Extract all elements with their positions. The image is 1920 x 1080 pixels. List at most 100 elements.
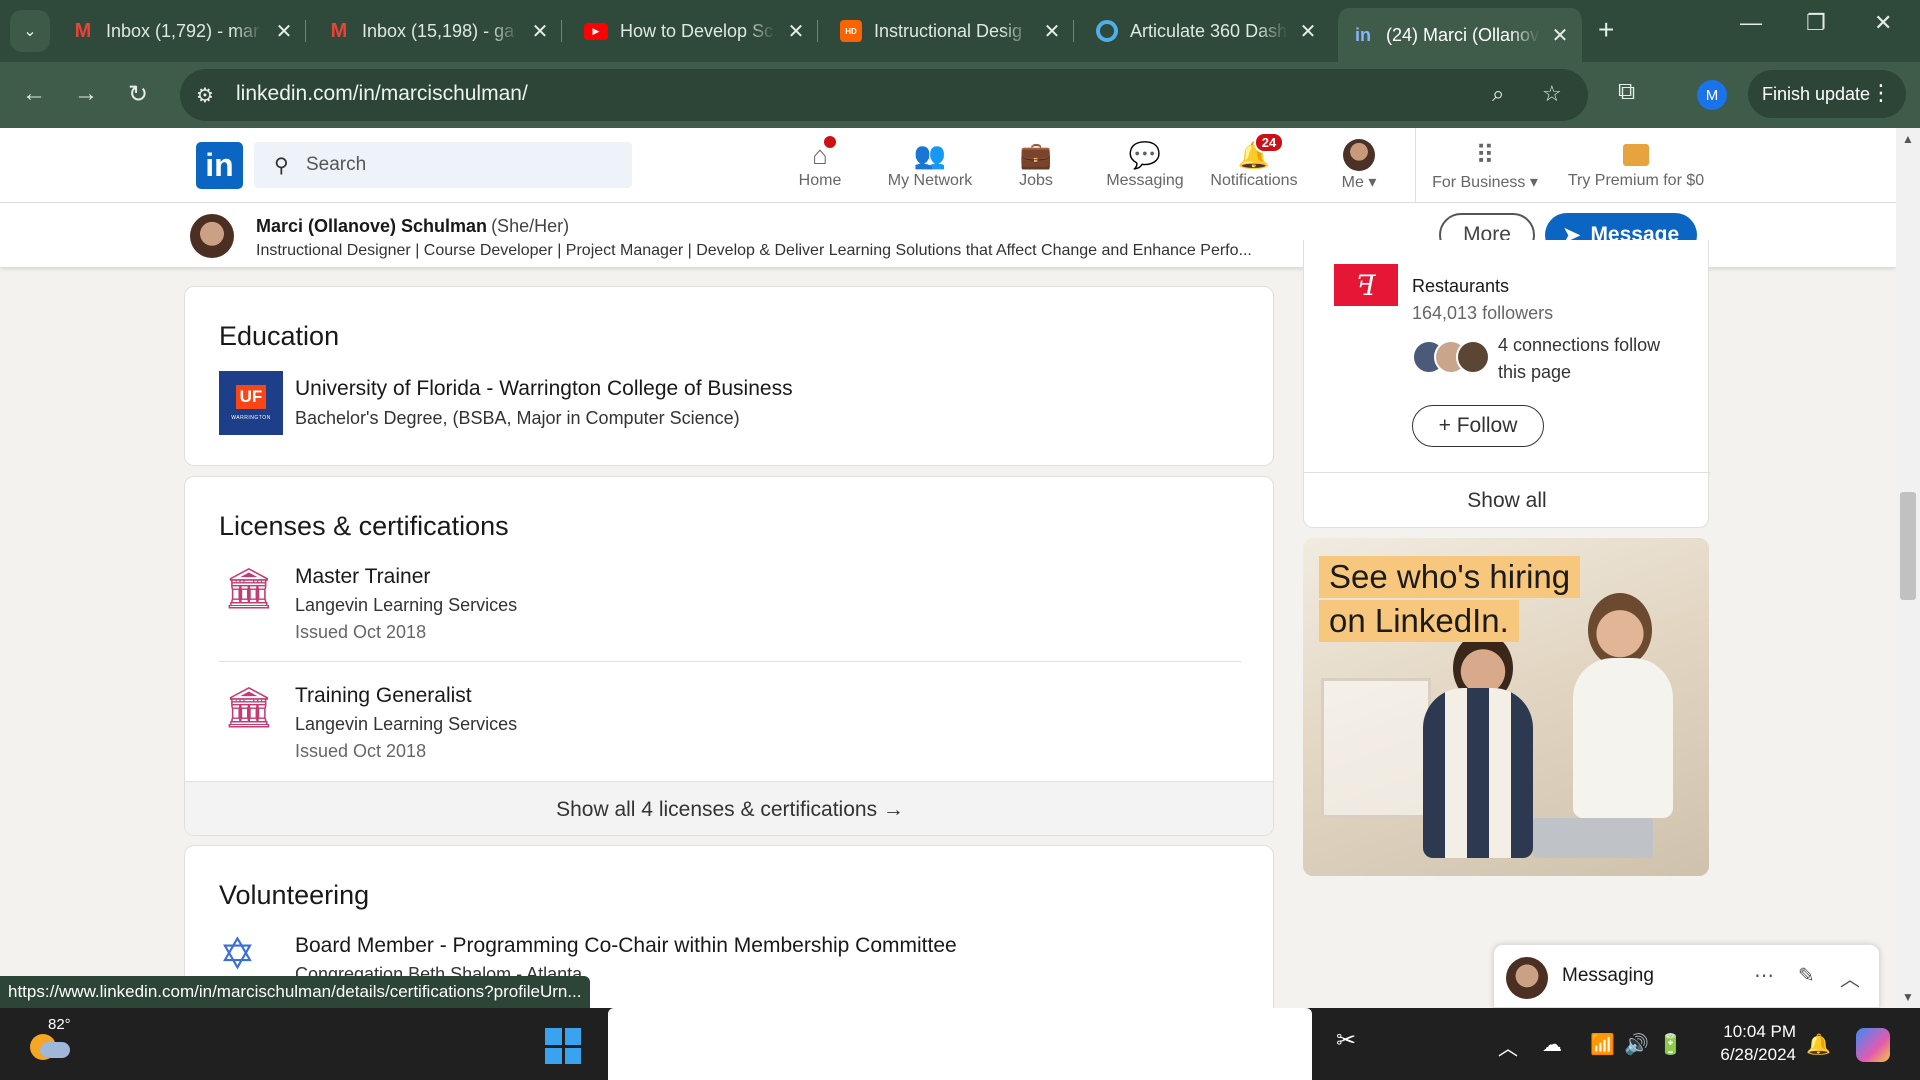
- articulate-icon: [1096, 20, 1118, 42]
- nav-for-business[interactable]: ⠿ For Business ▾: [1430, 138, 1540, 198]
- connections-follow-line1: 4 connections follow: [1498, 335, 1661, 355]
- tab-gmail-2[interactable]: M Inbox (15,198) - ga ✕: [314, 10, 562, 52]
- zoom-icon[interactable]: ⌕: [1492, 81, 1504, 107]
- nav-my-network[interactable]: 👥 My Network: [884, 138, 976, 198]
- linkedin-global-nav: in ⚲ ⌂ Home 👥 My Network 💼 Jobs 💬 Messag…: [0, 128, 1896, 203]
- institution-icon[interactable]: 🏛: [219, 686, 279, 730]
- nav-me[interactable]: Me ▾: [1334, 138, 1384, 198]
- close-icon[interactable]: ✕: [1548, 23, 1572, 48]
- home-dot-badge: [821, 134, 838, 150]
- avatar: [1343, 139, 1375, 171]
- copilot-icon[interactable]: [1856, 1028, 1890, 1062]
- compose-icon[interactable]: ✎: [1798, 963, 1815, 988]
- chevron-up-icon[interactable]: ︿: [1840, 963, 1860, 992]
- taskbar-search-box[interactable]: [608, 1008, 1312, 1080]
- cert-title[interactable]: Training Generalist: [295, 684, 472, 708]
- tab-gmail-1[interactable]: M Inbox (1,792) - mar ✕: [58, 10, 306, 52]
- notification-count-badge: 24: [1253, 132, 1285, 153]
- star-of-david-icon[interactable]: ✡: [219, 928, 279, 982]
- avatar: [1506, 957, 1548, 999]
- tab-youtube[interactable]: ▶ How to Develop Sc ✕: [570, 10, 818, 52]
- people-icon: 👥: [913, 139, 947, 170]
- finish-update-button[interactable]: Finish update ⋮: [1748, 70, 1906, 118]
- finish-update-label: Finish update: [1762, 83, 1871, 104]
- nav-divider: [1415, 128, 1416, 203]
- close-icon[interactable]: ✕: [272, 19, 296, 44]
- tab-search-button[interactable]: ⌄: [10, 10, 50, 52]
- forward-icon[interactable]: →: [74, 80, 98, 108]
- tab-home-depot[interactable]: HD Instructional Desig ✕: [826, 10, 1074, 52]
- tab-title: How to Develop Sc: [620, 20, 774, 41]
- search-box[interactable]: ⚲: [254, 142, 632, 188]
- show-all-certifications-link[interactable]: Show all 4 licenses & certifications →: [185, 781, 1273, 835]
- linkedin-logo[interactable]: in: [196, 142, 243, 189]
- company-logo[interactable]: ꟻ: [1334, 264, 1398, 306]
- ad-person-graphic: [1573, 658, 1673, 818]
- window-close-icon[interactable]: ✕: [1874, 10, 1892, 36]
- profile-headline: Instructional Designer | Course Develope…: [256, 242, 1252, 259]
- messaging-dock[interactable]: Messaging ⋯ ✎ ︿: [1493, 944, 1880, 1008]
- clock-time: 10:04 PM: [1723, 1022, 1796, 1041]
- weather-widget[interactable]: 82°: [26, 1016, 72, 1066]
- scroll-up-icon[interactable]: ▲: [1902, 132, 1914, 146]
- linkedin-icon: in: [1355, 24, 1371, 45]
- ad-window-graphic: [1321, 678, 1431, 818]
- onedrive-cloud-icon[interactable]: ☁: [1542, 1032, 1562, 1057]
- windows-start-icon[interactable]: [545, 1028, 581, 1064]
- system-clock[interactable]: 10:04 PM 6/28/2024: [1700, 1020, 1796, 1066]
- battery-icon[interactable]: 🔋: [1658, 1032, 1683, 1057]
- university-logo[interactable]: UF WARRINGTON: [219, 371, 283, 435]
- nav-home[interactable]: ⌂ Home: [796, 134, 844, 198]
- ad-person-graphic: [1588, 593, 1652, 667]
- nav-messaging[interactable]: 💬 Messaging: [1104, 138, 1186, 198]
- search-input[interactable]: [306, 152, 606, 178]
- section-heading: Licenses & certifications: [219, 511, 509, 541]
- more-horizontal-icon[interactable]: ⋯: [1754, 963, 1774, 988]
- briefcase-icon: 💼: [1019, 139, 1053, 170]
- notification-bell-icon[interactable]: 🔔: [1806, 1032, 1831, 1057]
- show-all-link[interactable]: Show all: [1304, 472, 1710, 528]
- volume-icon[interactable]: 🔊: [1624, 1032, 1649, 1057]
- bookmark-star-icon[interactable]: ☆: [1542, 81, 1562, 107]
- cert-title[interactable]: Master Trainer: [295, 565, 430, 589]
- extensions-icon[interactable]: ⧉: [1618, 78, 1635, 106]
- close-icon[interactable]: ✕: [528, 19, 552, 44]
- volunteer-role[interactable]: Board Member - Programming Co-Chair with…: [295, 934, 957, 958]
- nav-notifications[interactable]: 🔔 24 Notifications: [1206, 132, 1302, 198]
- scrollbar-thumb[interactable]: [1900, 492, 1916, 600]
- page-scrollbar[interactable]: ▲ ▼: [1896, 128, 1920, 1008]
- tab-articulate[interactable]: Articulate 360 Dash ✕: [1082, 10, 1330, 52]
- snipping-tool-icon[interactable]: ✂: [1336, 1026, 1368, 1060]
- close-icon[interactable]: ✕: [1040, 19, 1064, 44]
- licenses-section: Licenses & certifications 🏛 Master Train…: [184, 476, 1274, 836]
- advertisement-banner[interactable]: See who's hiring on LinkedIn.: [1303, 538, 1709, 876]
- clock-date: 6/28/2024: [1720, 1045, 1796, 1064]
- back-icon[interactable]: ←: [22, 80, 46, 108]
- follow-button[interactable]: + Follow: [1412, 405, 1544, 447]
- section-heading: Education: [219, 321, 340, 351]
- reload-icon[interactable]: ↻: [128, 80, 148, 109]
- url-text[interactable]: linkedin.com/in/marcischulman/: [236, 82, 528, 106]
- wifi-icon[interactable]: 📶: [1590, 1032, 1615, 1057]
- institution-icon[interactable]: 🏛: [219, 567, 279, 611]
- new-tab-icon[interactable]: +: [1598, 14, 1614, 46]
- premium-icon: [1623, 138, 1649, 172]
- address-bar[interactable]: ⚙ linkedin.com/in/marcischulman/ ⌕ ☆: [180, 69, 1588, 121]
- avatar: [190, 214, 234, 258]
- school-name[interactable]: University of Florida - Warrington Colle…: [295, 377, 793, 401]
- chevron-up-icon[interactable]: ︿: [1498, 1032, 1518, 1061]
- close-icon[interactable]: ✕: [1296, 19, 1320, 44]
- close-icon[interactable]: ✕: [784, 19, 808, 44]
- company-industry: Restaurants: [1412, 276, 1510, 296]
- cloud-icon: [40, 1042, 70, 1058]
- site-info-icon[interactable]: ⚙: [196, 83, 214, 108]
- windows-taskbar: 82° ✂ ︿ ☁ 📶 🔊 🔋 10:04 PM 6/28/2024 🔔: [0, 1008, 1920, 1080]
- minimize-icon[interactable]: —: [1740, 10, 1762, 36]
- profile-avatar[interactable]: M: [1697, 80, 1727, 110]
- restore-icon[interactable]: ❐: [1806, 10, 1826, 36]
- bell-icon: 🔔 24: [1238, 132, 1285, 172]
- nav-jobs[interactable]: 💼 Jobs: [1012, 138, 1060, 198]
- nav-try-premium[interactable]: Try Premium for $0: [1566, 138, 1706, 198]
- scroll-down-icon[interactable]: ▼: [1902, 990, 1914, 1004]
- tab-linkedin-active[interactable]: in (24) Marci (Ollanove ✕: [1338, 8, 1582, 62]
